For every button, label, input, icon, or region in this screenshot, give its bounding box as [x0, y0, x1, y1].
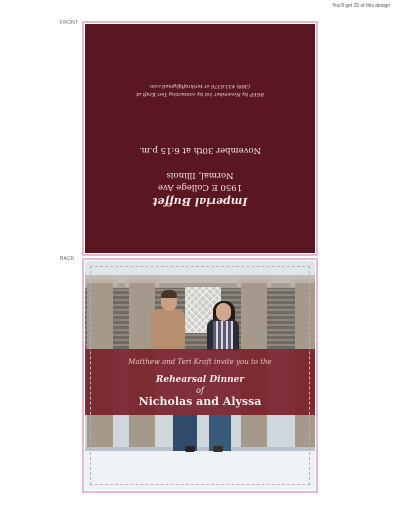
- front-card[interactable]: Imperial Buffet 1950 E College Ave Norma…: [85, 24, 315, 253]
- back-card-photo[interactable]: Matthew and Teri Kraft invite you to the…: [85, 261, 315, 490]
- invite-line[interactable]: Matthew and Teri Kraft invite you to the: [85, 358, 315, 366]
- photo-person-man-hair: [161, 290, 177, 298]
- event-date-time[interactable]: November 30th at 6:15 p.m.: [85, 145, 315, 155]
- photo-man-shoe: [185, 446, 195, 452]
- photo-snow: [85, 451, 315, 490]
- event-title[interactable]: Rehearsal Dinner: [85, 375, 315, 385]
- photo-person-man-body: [151, 309, 185, 349]
- of-text[interactable]: of: [85, 386, 315, 395]
- front-card-text-rotated: Imperial Buffet 1950 E College Ave Norma…: [85, 24, 315, 253]
- rsvp-line-1[interactable]: RSVP by November 1st by contacting Teri …: [85, 91, 315, 97]
- invitation-banner[interactable]: Matthew and Teri Kraft invite you to the…: [85, 349, 315, 415]
- venue-name[interactable]: Imperial Buffet: [85, 195, 315, 208]
- back-label: BACK: [60, 256, 75, 262]
- photo-person-woman-plaid: [213, 321, 233, 351]
- rsvp-line-2[interactable]: (309) 433.6376 or terikraft@gmail.com: [85, 83, 315, 89]
- quantity-note: You'll get 25 of this design: [332, 3, 390, 9]
- address-line-2[interactable]: Normal, Illinois: [85, 170, 315, 180]
- couple-names[interactable]: Nicholas and Alyssa: [85, 395, 315, 408]
- photo-person-woman-head: [216, 303, 231, 321]
- photo-woman-shoe: [213, 446, 223, 452]
- address-line-1[interactable]: 1950 E College Ave: [85, 182, 315, 192]
- front-label: FRONT: [60, 20, 79, 26]
- photo-beam: [85, 275, 315, 283]
